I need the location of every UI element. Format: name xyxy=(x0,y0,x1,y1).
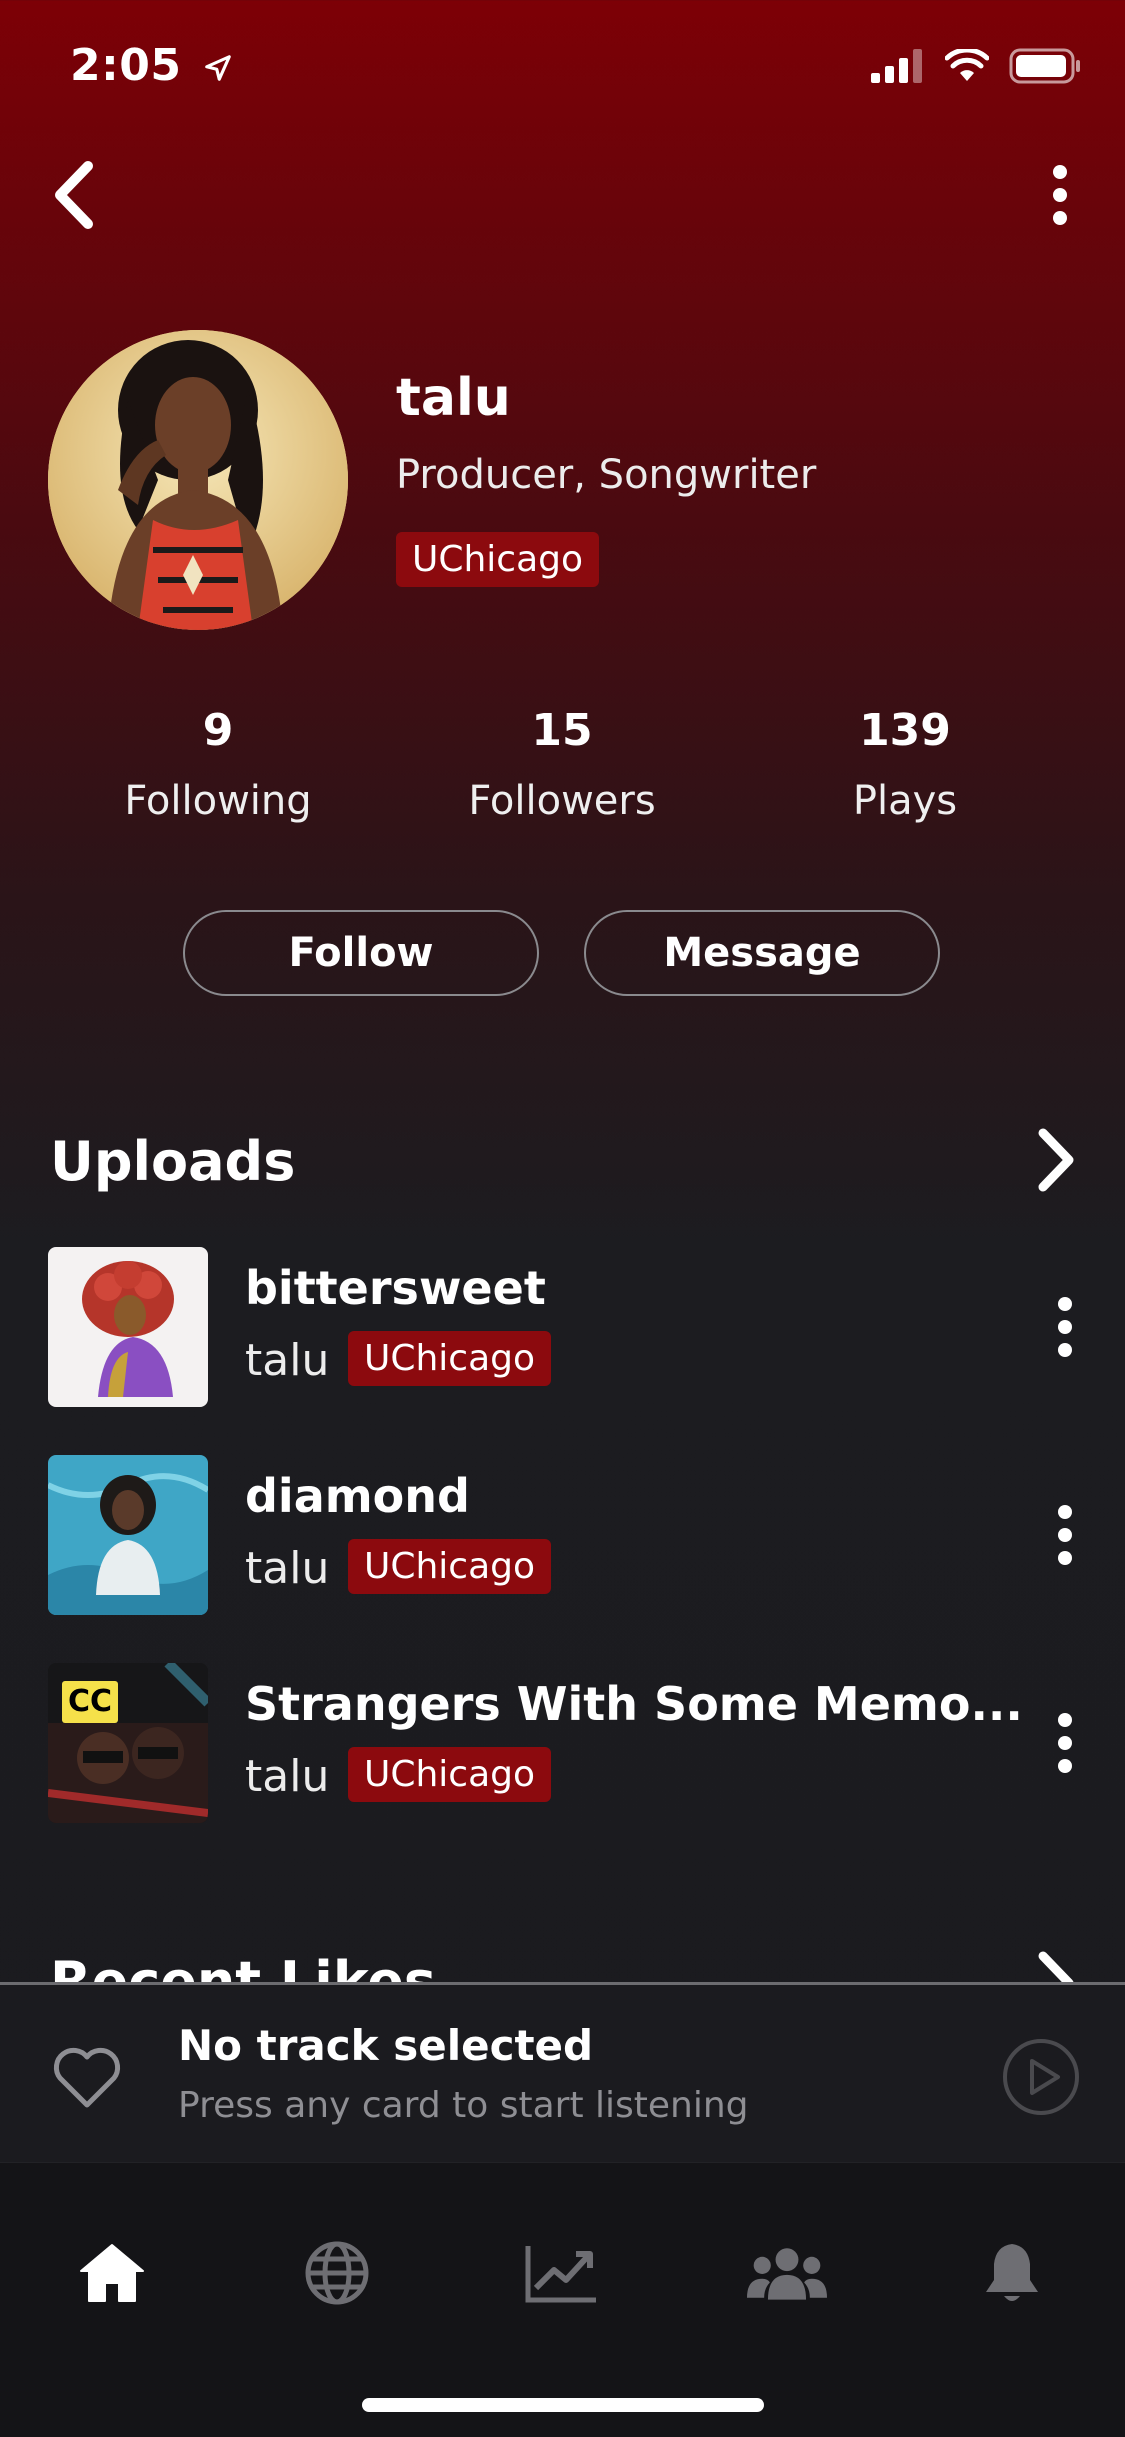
tab-explore[interactable] xyxy=(297,2233,377,2313)
follow-button[interactable]: Follow xyxy=(183,910,539,996)
track-school-tag[interactable]: UChicago xyxy=(348,1539,552,1595)
track-artwork xyxy=(48,1247,208,1407)
home-icon xyxy=(80,2244,144,2302)
trending-icon xyxy=(525,2246,596,2303)
status-time: 2:05 xyxy=(70,40,233,91)
track-title: diamond xyxy=(245,1469,470,1523)
tab-notifications[interactable] xyxy=(972,2233,1052,2313)
stat-value: 9 xyxy=(202,705,234,756)
globe-icon xyxy=(305,2241,369,2305)
chevron-left-icon xyxy=(55,161,93,229)
profile-role: Producer, Songwriter xyxy=(396,452,817,498)
more-vertical-icon xyxy=(1058,1297,1072,1357)
profile-avatar xyxy=(48,330,348,630)
track-more-button[interactable] xyxy=(1035,1703,1095,1783)
track-more-button[interactable] xyxy=(1035,1495,1095,1575)
home-indicator xyxy=(362,2398,764,2412)
stat-followers[interactable]: 15 Followers xyxy=(412,705,712,824)
track-artist: talu xyxy=(245,1751,330,1802)
closed-caption-badge: CC xyxy=(62,1681,119,1723)
track-school-tag[interactable]: UChicago xyxy=(348,1747,552,1803)
track-title: bittersweet xyxy=(245,1261,546,1315)
play-button[interactable] xyxy=(1001,2037,1081,2117)
track-title: Strangers With Some Memo... xyxy=(245,1677,1023,1731)
tab-community[interactable] xyxy=(747,2233,827,2313)
mini-player[interactable]: No track selected Press any card to star… xyxy=(0,1982,1125,2165)
track-artist: talu xyxy=(245,1335,330,1386)
community-icon xyxy=(747,2248,827,2300)
player-title: No track selected xyxy=(178,2021,594,2070)
track-row[interactable]: CC Strangers With Some Memo... talu UChi… xyxy=(0,1663,1125,1833)
stat-label: Followers xyxy=(468,778,656,824)
tab-home[interactable] xyxy=(72,2233,152,2313)
uploads-section-title: Uploads xyxy=(50,1130,296,1193)
battery-icon xyxy=(1009,48,1080,84)
school-tag[interactable]: UChicago xyxy=(396,532,600,588)
profile-name: talu xyxy=(396,368,511,428)
track-artist: talu xyxy=(245,1543,330,1594)
stat-plays: 139 Plays xyxy=(755,705,1055,824)
tab-bar xyxy=(0,2162,1125,2437)
track-artwork: CC xyxy=(48,1663,208,1823)
wifi-icon xyxy=(945,49,989,81)
play-circle-icon xyxy=(1003,2039,1079,2115)
more-options-button[interactable] xyxy=(1025,160,1095,230)
stat-value: 15 xyxy=(531,705,593,756)
status-indicators xyxy=(871,48,1081,84)
stat-following[interactable]: 9 Following xyxy=(68,705,368,824)
more-vertical-icon xyxy=(1053,165,1067,225)
track-artwork xyxy=(48,1455,208,1615)
heart-icon xyxy=(53,2047,121,2108)
tab-trending[interactable] xyxy=(522,2233,602,2313)
stat-value: 139 xyxy=(859,705,951,756)
stat-label: Plays xyxy=(852,778,958,824)
like-button[interactable] xyxy=(52,2045,122,2111)
track-school-tag[interactable]: UChicago xyxy=(348,1331,552,1387)
location-arrow-icon xyxy=(205,55,232,81)
uploads-see-all-button[interactable] xyxy=(1025,1125,1085,1195)
track-row[interactable]: bittersweet talu UChicago xyxy=(0,1247,1125,1417)
chevron-right-icon xyxy=(1038,1128,1074,1192)
more-vertical-icon xyxy=(1058,1713,1072,1773)
bell-icon xyxy=(986,2244,1038,2301)
message-button[interactable]: Message xyxy=(584,910,940,996)
track-more-button[interactable] xyxy=(1035,1287,1095,1367)
signal-icon xyxy=(871,49,922,83)
more-vertical-icon xyxy=(1058,1505,1072,1565)
back-button[interactable] xyxy=(40,160,110,230)
track-row[interactable]: diamond talu UChicago xyxy=(0,1455,1125,1625)
player-subtitle: Press any card to start listening xyxy=(178,2085,749,2126)
stat-label: Following xyxy=(124,778,312,824)
